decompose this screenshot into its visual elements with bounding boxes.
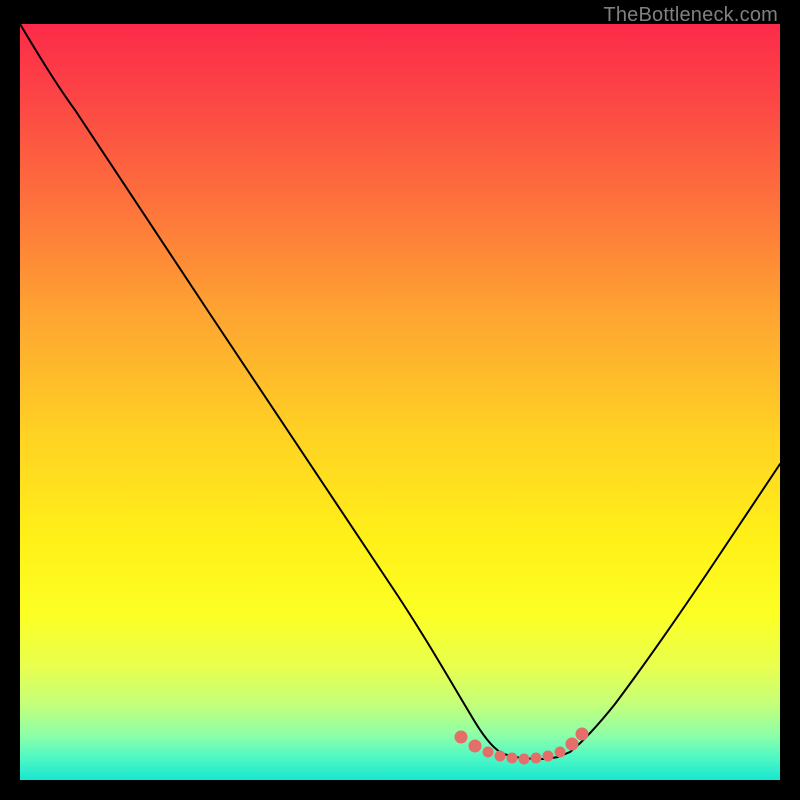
marker-dot [543, 751, 553, 761]
marker-dot [495, 751, 505, 761]
marker-dot [483, 747, 493, 757]
bottleneck-curve [20, 24, 780, 780]
marker-dot [555, 747, 565, 757]
marker-dot [519, 754, 529, 764]
marker-dot [469, 740, 481, 752]
chart-frame: TheBottleneck.com [0, 0, 800, 800]
optimal-marker-group [455, 728, 588, 764]
marker-dot [507, 753, 517, 763]
plot-area [20, 24, 780, 780]
marker-dot [576, 728, 588, 740]
marker-dot [455, 731, 467, 743]
curve-path [20, 24, 780, 759]
marker-dot [531, 753, 541, 763]
marker-dot [566, 738, 578, 750]
